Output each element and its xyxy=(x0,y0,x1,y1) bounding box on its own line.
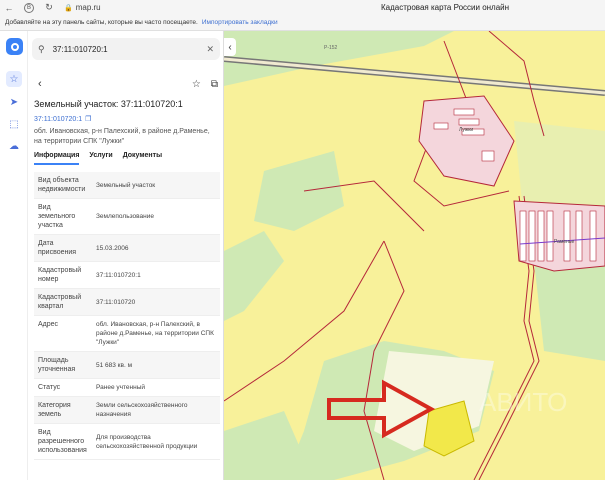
row-key: Адрес xyxy=(38,321,59,328)
url-text: map.ru xyxy=(75,3,101,12)
row-value: 37:11:010720:1 xyxy=(96,271,141,279)
tab-bar: Информация Услуги Документы xyxy=(34,152,162,165)
row-value: 51 683 кв. м xyxy=(96,361,133,369)
clear-icon[interactable]: ✕ xyxy=(206,44,214,55)
village-2: Раменье xyxy=(513,200,605,272)
lock-icon: 🔒 xyxy=(64,4,73,12)
forest-area xyxy=(254,151,344,231)
favorite-icon[interactable]: ☆ xyxy=(192,79,201,90)
row-value: Земли сельскохозяйственного назначения xyxy=(96,402,188,418)
village-1: Лужки xyxy=(418,95,515,187)
tab-documents[interactable]: Документы xyxy=(123,152,162,165)
road-label: Р-152 xyxy=(324,45,338,51)
row-value: 37:11:010720 xyxy=(96,298,136,306)
bookmarks-hint: Добавляйте на эту панель сайты, которые … xyxy=(5,19,198,26)
cloud-icon[interactable]: ☁ xyxy=(6,138,22,154)
forest-area xyxy=(224,231,284,321)
table-row: Статус Ранее учтенный xyxy=(34,379,220,397)
row-value: обл. Ивановская, р-н Палехский, в районе… xyxy=(96,321,214,346)
cadastral-link-text[interactable]: 37:11:010720:1 xyxy=(34,116,82,123)
table-row: Категория земель Земли сельскохозяйственн… xyxy=(34,397,220,424)
row-key: Дата присвоения xyxy=(38,240,77,256)
back-icon[interactable]: ← xyxy=(4,3,14,13)
back-arrow-icon[interactable]: ‹ xyxy=(38,78,42,90)
panel-header: ‹ ☆ ⧉ xyxy=(38,77,218,91)
row-key: Вид разрешенного использования xyxy=(38,429,87,454)
search-icon: ⚲ xyxy=(38,43,45,54)
page-title: Кадастровая карта России онлайн xyxy=(381,3,510,12)
parcel-heading: Земельный участок: 37:11:010720:1 xyxy=(34,99,183,109)
table-row: Дата присвоения 15.03.2006 xyxy=(34,235,220,262)
tab-services[interactable]: Услуги xyxy=(89,152,112,165)
highway-fill xyxy=(224,57,605,95)
table-row: Вид объекта недвижимости Земельный участо… xyxy=(34,172,220,199)
row-key: Площадь уточненная xyxy=(38,357,76,373)
table-row: Вид земельного участка Землепользование xyxy=(34,199,220,235)
collapse-panel-icon[interactable]: ‹ xyxy=(224,38,236,56)
parcel-panel: ⚲ 37:11:010720:1 ✕ ‹ ☆ ⧉ Земельный участ… xyxy=(28,31,224,480)
import-bookmarks-link[interactable]: Импортировать закладки xyxy=(202,19,278,26)
bookmarks-bar: Добавляйте на эту панель сайты, которые … xyxy=(0,15,605,31)
table-row: Адрес обл. Ивановская, р-н Палехский, в р… xyxy=(34,316,220,352)
location-icon[interactable]: ➤ xyxy=(6,94,22,110)
table-row: Кадастровый номер 37:11:010720:1 xyxy=(34,262,220,289)
tab-info[interactable]: Информация xyxy=(34,152,80,165)
cadastral-link[interactable]: 37:11:010720:1 ❐ xyxy=(34,115,91,124)
row-value: Землепользование xyxy=(96,213,154,220)
app-rail: ☆ ➤ ⬚ ☁ xyxy=(0,31,28,480)
table-row: Кадастровый квартал 37:11:010720 xyxy=(34,289,220,316)
row-value: 15.03.2006 xyxy=(96,244,129,252)
share-icon[interactable]: ⧉ xyxy=(211,79,218,90)
village-label: Раменье xyxy=(554,239,575,245)
table-row: Вид разрешенного использования Для произв… xyxy=(34,424,220,460)
row-value: Для производства сельскохозяйственной пр… xyxy=(96,433,198,450)
parcel-address: обл. Ивановская, р-н Палехский, в районе… xyxy=(34,128,210,145)
app-logo-icon[interactable] xyxy=(6,38,23,55)
row-key: Кадастровый квартал xyxy=(38,294,82,310)
map-canvas[interactable]: Р-152 Лужки Раменье АВИТО xyxy=(224,31,605,480)
row-key: Статус xyxy=(38,384,61,391)
row-key: Вид земельного участка xyxy=(38,204,76,229)
row-value: Ранее учтенный xyxy=(96,384,145,391)
row-key: Категория земель xyxy=(38,402,71,418)
select-area-icon[interactable]: ⬚ xyxy=(6,116,22,132)
reload-icon[interactable]: ↻ xyxy=(44,2,54,13)
browser-toolbar: ← B ↻ 🔒 map.ru Кадастровая карта России … xyxy=(0,0,605,15)
search-input[interactable]: 37:11:010720:1 xyxy=(53,45,199,54)
row-key: Кадастровый номер xyxy=(38,267,82,283)
yandex-icon[interactable]: B xyxy=(24,2,34,13)
star-icon[interactable]: ☆ xyxy=(6,71,22,87)
copy-icon[interactable]: ❐ xyxy=(85,115,91,123)
info-table: Вид объекта недвижимости Земельный участо… xyxy=(34,172,220,460)
row-value: Земельный участок xyxy=(96,181,156,189)
search-box[interactable]: ⚲ 37:11:010720:1 ✕ xyxy=(32,38,220,60)
row-key: Вид объекта недвижимости xyxy=(38,177,86,193)
cadastral-map[interactable]: Р-152 Лужки Раменье АВИТО xyxy=(224,31,605,480)
table-row: Площадь уточненная 51 683 кв. м xyxy=(34,352,220,379)
watermark-text: АВИТО xyxy=(479,387,567,417)
village-label: Лужки xyxy=(459,127,473,133)
address-bar[interactable]: 🔒 map.ru xyxy=(64,3,101,12)
